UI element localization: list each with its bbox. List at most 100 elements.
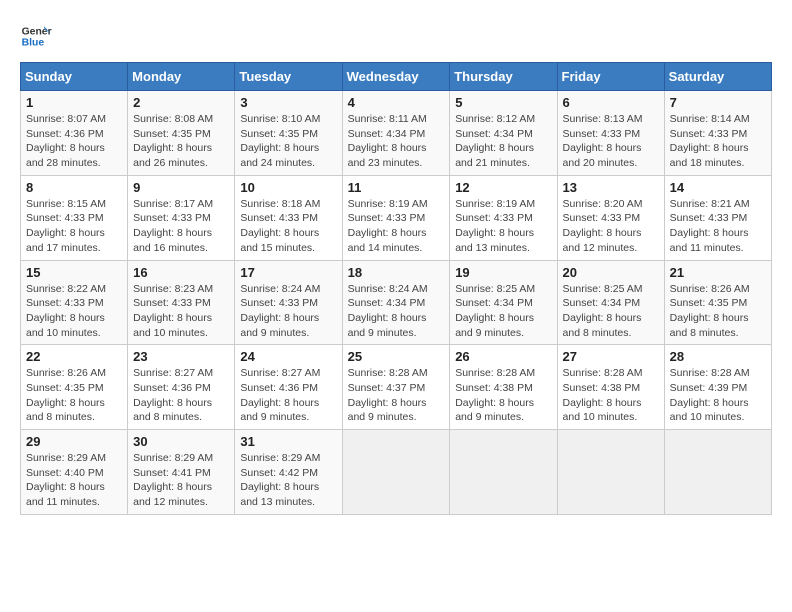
day-number: 11 [348, 180, 445, 195]
sunset-label: Sunset: 4:36 PM [133, 382, 211, 394]
daylight-label: Daylight: 8 hours and 9 minutes. [455, 397, 534, 424]
daylight-label: Daylight: 8 hours and 8 minutes. [670, 312, 749, 339]
calendar: SundayMondayTuesdayWednesdayThursdayFrid… [20, 62, 772, 515]
daylight-label: Daylight: 8 hours and 9 minutes. [240, 312, 319, 339]
sunset-label: Sunset: 4:34 PM [563, 297, 641, 309]
calendar-cell: 6 Sunrise: 8:13 AM Sunset: 4:33 PM Dayli… [557, 91, 664, 176]
day-number: 27 [563, 349, 659, 364]
day-info: Sunrise: 8:28 AM Sunset: 4:38 PM Dayligh… [455, 366, 551, 425]
sunrise-label: Sunrise: 8:28 AM [670, 367, 750, 379]
week-row-2: 8 Sunrise: 8:15 AM Sunset: 4:33 PM Dayli… [21, 175, 772, 260]
day-info: Sunrise: 8:26 AM Sunset: 4:35 PM Dayligh… [670, 282, 766, 341]
svg-text:Blue: Blue [22, 38, 45, 49]
day-header-wednesday: Wednesday [342, 63, 450, 91]
sunrise-label: Sunrise: 8:19 AM [348, 198, 428, 210]
sunset-label: Sunset: 4:33 PM [563, 212, 641, 224]
daylight-label: Daylight: 8 hours and 11 minutes. [670, 227, 749, 254]
sunset-label: Sunset: 4:35 PM [26, 382, 104, 394]
calendar-cell: 14 Sunrise: 8:21 AM Sunset: 4:33 PM Dayl… [664, 175, 771, 260]
calendar-cell: 4 Sunrise: 8:11 AM Sunset: 4:34 PM Dayli… [342, 91, 450, 176]
calendar-cell: 10 Sunrise: 8:18 AM Sunset: 4:33 PM Dayl… [235, 175, 342, 260]
calendar-cell: 17 Sunrise: 8:24 AM Sunset: 4:33 PM Dayl… [235, 260, 342, 345]
sunrise-label: Sunrise: 8:13 AM [563, 113, 643, 125]
sunrise-label: Sunrise: 8:21 AM [670, 198, 750, 210]
daylight-label: Daylight: 8 hours and 9 minutes. [348, 397, 427, 424]
sunrise-label: Sunrise: 8:29 AM [133, 452, 213, 464]
day-info: Sunrise: 8:19 AM Sunset: 4:33 PM Dayligh… [348, 197, 445, 256]
day-number: 13 [563, 180, 659, 195]
day-info: Sunrise: 8:28 AM Sunset: 4:39 PM Dayligh… [670, 366, 766, 425]
day-number: 1 [26, 95, 122, 110]
sunset-label: Sunset: 4:36 PM [26, 128, 104, 140]
day-info: Sunrise: 8:17 AM Sunset: 4:33 PM Dayligh… [133, 197, 229, 256]
sunrise-label: Sunrise: 8:23 AM [133, 283, 213, 295]
daylight-label: Daylight: 8 hours and 16 minutes. [133, 227, 212, 254]
day-number: 12 [455, 180, 551, 195]
calendar-cell: 13 Sunrise: 8:20 AM Sunset: 4:33 PM Dayl… [557, 175, 664, 260]
day-number: 17 [240, 265, 336, 280]
sunset-label: Sunset: 4:33 PM [240, 297, 318, 309]
daylight-label: Daylight: 8 hours and 13 minutes. [455, 227, 534, 254]
calendar-cell: 11 Sunrise: 8:19 AM Sunset: 4:33 PM Dayl… [342, 175, 450, 260]
sunset-label: Sunset: 4:33 PM [133, 297, 211, 309]
daylight-label: Daylight: 8 hours and 8 minutes. [133, 397, 212, 424]
day-info: Sunrise: 8:20 AM Sunset: 4:33 PM Dayligh… [563, 197, 659, 256]
sunset-label: Sunset: 4:37 PM [348, 382, 426, 394]
daylight-label: Daylight: 8 hours and 12 minutes. [563, 227, 642, 254]
day-info: Sunrise: 8:13 AM Sunset: 4:33 PM Dayligh… [563, 112, 659, 171]
day-number: 15 [26, 265, 122, 280]
day-header-saturday: Saturday [664, 63, 771, 91]
sunset-label: Sunset: 4:40 PM [26, 467, 104, 479]
sunset-label: Sunset: 4:33 PM [348, 212, 426, 224]
sunset-label: Sunset: 4:39 PM [670, 382, 748, 394]
sunrise-label: Sunrise: 8:18 AM [240, 198, 320, 210]
sunrise-label: Sunrise: 8:17 AM [133, 198, 213, 210]
day-header-friday: Friday [557, 63, 664, 91]
sunset-label: Sunset: 4:38 PM [563, 382, 641, 394]
calendar-cell: 18 Sunrise: 8:24 AM Sunset: 4:34 PM Dayl… [342, 260, 450, 345]
day-number: 6 [563, 95, 659, 110]
day-info: Sunrise: 8:08 AM Sunset: 4:35 PM Dayligh… [133, 112, 229, 171]
calendar-cell: 24 Sunrise: 8:27 AM Sunset: 4:36 PM Dayl… [235, 345, 342, 430]
day-info: Sunrise: 8:29 AM Sunset: 4:40 PM Dayligh… [26, 451, 122, 510]
sunset-label: Sunset: 4:33 PM [563, 128, 641, 140]
day-number: 7 [670, 95, 766, 110]
daylight-label: Daylight: 8 hours and 26 minutes. [133, 142, 212, 169]
daylight-label: Daylight: 8 hours and 10 minutes. [133, 312, 212, 339]
sunrise-label: Sunrise: 8:20 AM [563, 198, 643, 210]
sunrise-label: Sunrise: 8:29 AM [240, 452, 320, 464]
day-info: Sunrise: 8:19 AM Sunset: 4:33 PM Dayligh… [455, 197, 551, 256]
day-number: 22 [26, 349, 122, 364]
sunset-label: Sunset: 4:33 PM [26, 297, 104, 309]
calendar-cell: 21 Sunrise: 8:26 AM Sunset: 4:35 PM Dayl… [664, 260, 771, 345]
week-row-1: 1 Sunrise: 8:07 AM Sunset: 4:36 PM Dayli… [21, 91, 772, 176]
day-info: Sunrise: 8:25 AM Sunset: 4:34 PM Dayligh… [455, 282, 551, 341]
sunrise-label: Sunrise: 8:12 AM [455, 113, 535, 125]
calendar-cell: 1 Sunrise: 8:07 AM Sunset: 4:36 PM Dayli… [21, 91, 128, 176]
day-header-tuesday: Tuesday [235, 63, 342, 91]
sunrise-label: Sunrise: 8:14 AM [670, 113, 750, 125]
day-info: Sunrise: 8:24 AM Sunset: 4:33 PM Dayligh… [240, 282, 336, 341]
calendar-cell: 9 Sunrise: 8:17 AM Sunset: 4:33 PM Dayli… [128, 175, 235, 260]
sunrise-label: Sunrise: 8:10 AM [240, 113, 320, 125]
sunset-label: Sunset: 4:35 PM [240, 128, 318, 140]
sunset-label: Sunset: 4:33 PM [670, 212, 748, 224]
calendar-cell: 29 Sunrise: 8:29 AM Sunset: 4:40 PM Dayl… [21, 430, 128, 515]
daylight-label: Daylight: 8 hours and 8 minutes. [563, 312, 642, 339]
day-number: 20 [563, 265, 659, 280]
sunrise-label: Sunrise: 8:19 AM [455, 198, 535, 210]
daylight-label: Daylight: 8 hours and 9 minutes. [240, 397, 319, 424]
day-number: 4 [348, 95, 445, 110]
day-header-monday: Monday [128, 63, 235, 91]
daylight-label: Daylight: 8 hours and 18 minutes. [670, 142, 749, 169]
day-number: 2 [133, 95, 229, 110]
daylight-label: Daylight: 8 hours and 23 minutes. [348, 142, 427, 169]
week-row-3: 15 Sunrise: 8:22 AM Sunset: 4:33 PM Dayl… [21, 260, 772, 345]
day-info: Sunrise: 8:12 AM Sunset: 4:34 PM Dayligh… [455, 112, 551, 171]
day-number: 25 [348, 349, 445, 364]
day-info: Sunrise: 8:29 AM Sunset: 4:41 PM Dayligh… [133, 451, 229, 510]
day-number: 24 [240, 349, 336, 364]
sunrise-label: Sunrise: 8:27 AM [133, 367, 213, 379]
sunrise-label: Sunrise: 8:08 AM [133, 113, 213, 125]
sunset-label: Sunset: 4:33 PM [133, 212, 211, 224]
